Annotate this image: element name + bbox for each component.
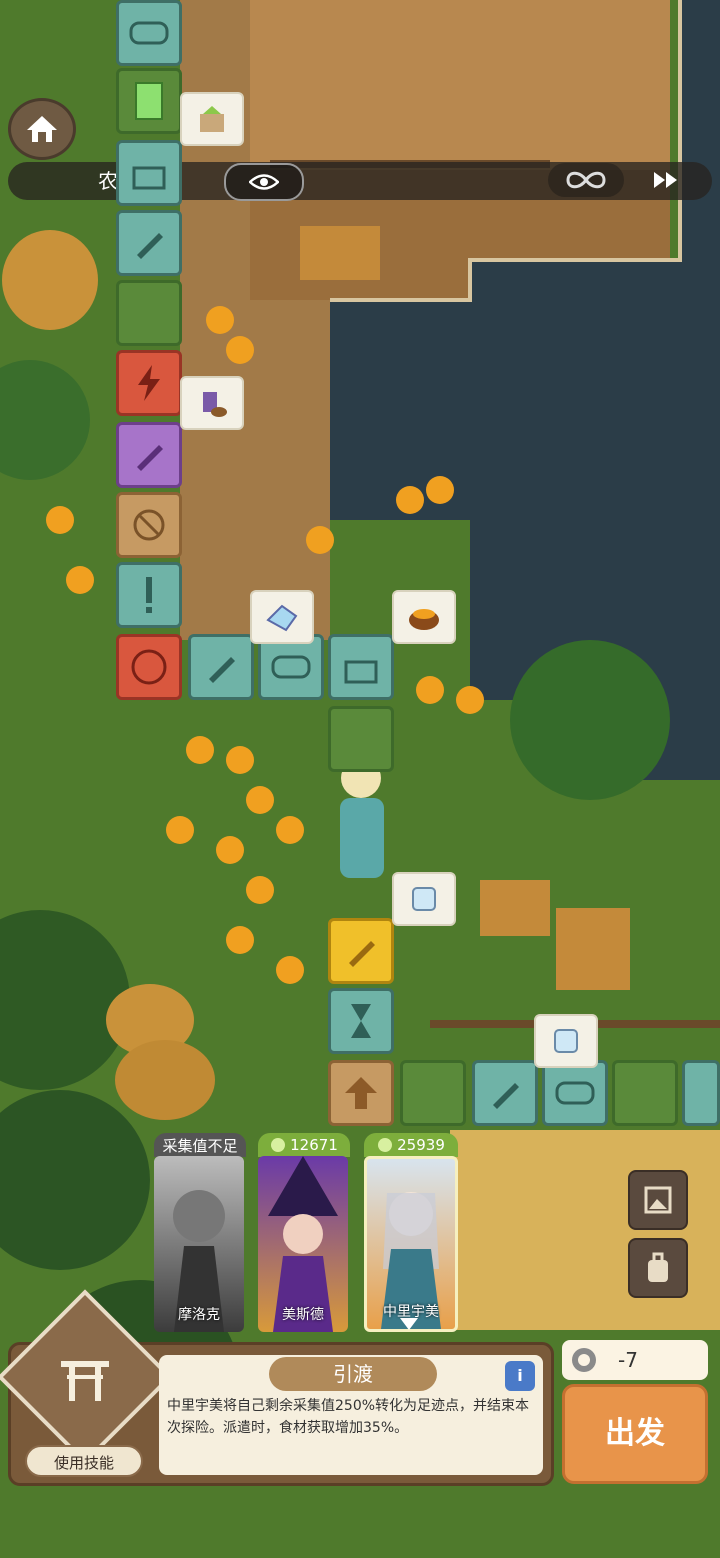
tile-carrot [188,634,254,700]
view-toggle-button[interactable] [224,163,304,201]
fast-forward-icon [654,172,677,188]
carrot-icon [137,233,163,259]
tile-empty [328,706,394,772]
gift-icon [344,660,378,684]
tile-gamepad [116,0,182,66]
tile-empty [612,1060,678,1126]
tile-gift [682,1060,720,1126]
tile-empty [116,280,182,346]
hero-1-name: 摩洛克 [178,1307,220,1323]
cost-value: -7 [618,1348,638,1372]
gamepad-icon [555,1081,595,1105]
home-icon [27,116,57,142]
hero-card-2[interactable]: 美斯德 [258,1156,348,1332]
honey-pot-icon [409,609,439,630]
cost-display: -7 [562,1340,708,1380]
hero-card-3-selected[interactable]: 中里宇美 [364,1156,458,1332]
hero-1-tag: 采集值不足 [154,1133,246,1157]
info-icon[interactable]: i [505,1361,535,1391]
lightning-icon [138,365,160,401]
skill-description-box: 引渡 i 中里宇美将自己剩余采集值250%转化为足迹点，并结束本次探险。派遣时，… [159,1355,543,1475]
tile-green-card [116,68,182,134]
carrot-icon [209,657,235,683]
home-button[interactable] [8,98,76,160]
item-bubble-gift[interactable] [180,92,244,146]
tile-gift [328,634,394,700]
tile-hourglass [328,988,394,1054]
tile-carrot [116,210,182,276]
ice-jar-icon [554,1029,578,1053]
hero-3-tag-value: 25939 [397,1136,445,1154]
tile-empty [400,1060,466,1126]
card-icon [135,82,163,120]
tile-carrot [472,1060,538,1126]
auto-loop-button[interactable] [548,163,624,197]
picture-icon [644,1186,672,1214]
tile-carrot-purple [116,422,182,488]
angry-face-icon [131,649,167,685]
backpack-button[interactable] [628,1238,688,1298]
carrot-icon [493,1083,519,1109]
gamepad-icon [271,655,311,679]
hero-3-tag: 25939 [364,1133,458,1157]
carrot-icon [349,941,375,967]
exclamation-icon [146,577,152,613]
gallery-button[interactable] [628,1170,688,1230]
tile-angry-face [116,634,182,700]
skill-panel: 使用技能 引渡 i 中里宇美将自己剩余采集值250%转化为足迹点，并结束本次探险… [0,1289,554,1486]
ice-jar-icon [412,887,436,911]
item-bubble-potion[interactable] [180,376,244,430]
collect-value-icon [378,1138,393,1152]
hero-2-tag: 12671 [258,1133,350,1157]
footprint-currency-icon [572,1348,596,1372]
item-bubble-ice[interactable] [534,1014,598,1068]
hero-1-tag-text: 采集值不足 [162,1136,238,1155]
item-bubble-honey[interactable] [392,590,456,644]
tile-lightning [116,350,182,416]
tile-forbidden [116,492,182,558]
skill-name: 引渡 [269,1357,437,1391]
tile-gift [116,140,182,206]
eye-icon [249,174,279,190]
arrow-up-icon [345,1077,377,1109]
collect-value-icon [271,1138,286,1152]
use-skill-button[interactable]: 使用技能 [25,1445,143,1477]
gift-icon [132,166,166,190]
tile-gamepad [542,1060,608,1126]
potion-icon [203,392,227,417]
torii-gate-icon [61,1361,109,1401]
tile-carrot-gold [328,918,394,984]
item-bubble-ice[interactable] [392,872,456,926]
gift-box-icon [200,106,224,132]
hourglass-icon [351,1004,371,1038]
backpack-icon [648,1252,668,1282]
fast-forward-button[interactable] [632,163,700,197]
hero-2-name: 美斯德 [282,1307,324,1323]
selected-indicator-icon [400,1318,418,1330]
hero-2-tag-value: 12671 [290,1136,338,1154]
gamepad-icon [129,21,169,45]
skill-description: 中里宇美将自己剩余采集值250%转化为足迹点，并结束本次探险。派遣时，食材获取增… [167,1398,530,1436]
tile-start-arrow [328,1060,394,1126]
tile-exclamation [116,562,182,628]
infinity-icon [566,171,606,189]
carrot-icon [137,445,163,471]
forbidden-icon [133,509,165,541]
crystal-icon [266,604,298,632]
depart-button[interactable]: 出发 [562,1384,708,1484]
hero-card-1[interactable]: 摩洛克 [154,1156,244,1332]
item-bubble-crystal[interactable] [250,590,314,644]
